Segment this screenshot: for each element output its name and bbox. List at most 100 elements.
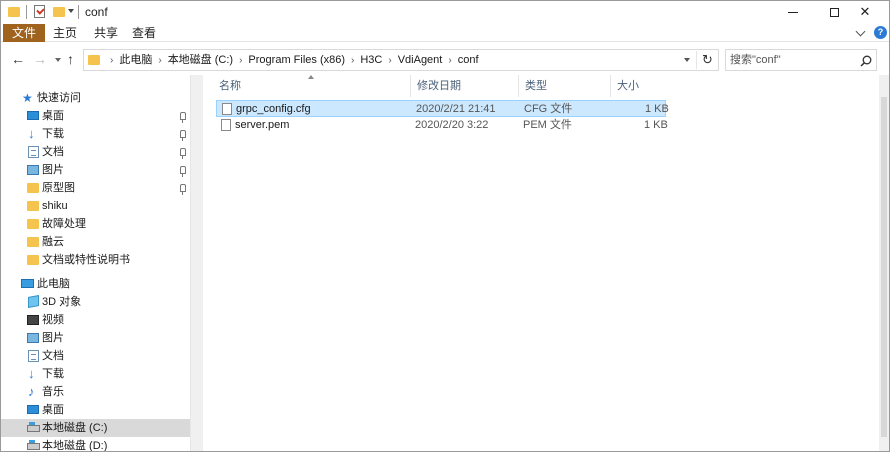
search-box[interactable]: [725, 49, 877, 71]
breadcrumb: › 此电脑 › 本地磁盘 (C:) › Program Files (x86) › H3C › V…: [104, 50, 479, 70]
sidebar-item-drive-c[interactable]: 本地磁盘 (C:): [1, 419, 191, 437]
help-icon[interactable]: ?: [874, 26, 887, 39]
breadcrumb-item[interactable]: Program Files (x86): [248, 54, 345, 66]
file-name: grpc_config.cfg: [236, 103, 311, 115]
properties-icon[interactable]: [34, 5, 45, 18]
computer-icon: [21, 279, 34, 288]
pin-icon[interactable]: [180, 166, 186, 177]
pin-icon[interactable]: [180, 112, 186, 123]
file-row-grpc-config[interactable]: grpc_config.cfg 2020/2/21 21:41 CFG 文件 1…: [216, 100, 669, 117]
sidebar-item-shiku[interactable]: shiku: [1, 197, 191, 215]
chevron-down-icon[interactable]: [68, 9, 74, 13]
folder-icon: [27, 201, 39, 211]
pin-icon[interactable]: [180, 130, 186, 141]
tab-home[interactable]: 主页: [50, 24, 80, 42]
drive-icon: [27, 422, 40, 432]
sidebar-item-prototype[interactable]: 原型图: [1, 179, 191, 197]
chevron-right-icon: ›: [448, 55, 452, 66]
sidebar-item-rongcloud[interactable]: 融云: [1, 233, 191, 251]
file-type: CFG 文件: [524, 103, 573, 115]
file-list-scrollbar[interactable]: [879, 75, 889, 451]
sidebar-item-drive-d[interactable]: 本地磁盘 (D:): [1, 437, 191, 451]
sidebar-item-quick-access[interactable]: ★ 快速访问: [1, 89, 191, 107]
column-header-size[interactable]: 大小: [611, 75, 667, 97]
sidebar-item-troubleshooting[interactable]: 故障处理: [1, 215, 191, 233]
breadcrumb-item[interactable]: conf: [458, 54, 479, 66]
maximize-icon: [829, 8, 839, 18]
sidebar-item-pc-downloads[interactable]: ↓ 下载: [1, 365, 191, 383]
desktop-icon: [27, 405, 39, 414]
download-icon: ↓: [28, 366, 35, 381]
close-button[interactable]: ✕: [843, 1, 887, 23]
column-header-name[interactable]: 名称: [213, 75, 411, 97]
breadcrumb-item[interactable]: 此电脑: [119, 54, 152, 66]
sidebar-scrollbar[interactable]: [190, 75, 203, 451]
sidebar-item-videos[interactable]: 视频: [1, 311, 191, 329]
pictures-icon: [27, 333, 39, 343]
breadcrumb-item[interactable]: VdiAgent: [398, 54, 443, 66]
music-icon: ♪: [28, 384, 35, 399]
sidebar-item-spec-docs[interactable]: 文档或特性说明书: [1, 251, 191, 269]
folder-icon: [27, 219, 39, 229]
minimize-button[interactable]: [771, 1, 815, 23]
video-icon: [27, 315, 39, 325]
tab-view[interactable]: 查看: [129, 24, 159, 42]
forward-button[interactable]: →: [33, 51, 47, 67]
folder-icon: [88, 55, 100, 65]
column-header-type[interactable]: 类型: [519, 75, 611, 97]
ribbon-tabs: 文件 主页 共享 查看 ?: [1, 24, 889, 42]
document-icon: [28, 146, 39, 158]
chevron-right-icon: ›: [110, 55, 114, 66]
chevron-right-icon: ›: [239, 55, 243, 66]
file-type: PEM 文件: [523, 119, 572, 131]
back-button[interactable]: ←: [11, 51, 25, 67]
address-history-icon[interactable]: [684, 58, 690, 62]
file-size: 1 KB: [645, 103, 669, 115]
tab-file[interactable]: 文件: [3, 24, 45, 42]
sidebar-item-downloads[interactable]: ↓ 下载: [1, 125, 191, 143]
breadcrumb-item[interactable]: 本地磁盘 (C:): [168, 54, 233, 66]
column-header-date[interactable]: 修改日期: [411, 75, 519, 97]
pin-icon[interactable]: [180, 184, 186, 195]
tab-share[interactable]: 共享: [91, 24, 121, 42]
sidebar-item-pc-pictures[interactable]: 图片: [1, 329, 191, 347]
new-folder-icon[interactable]: [53, 7, 65, 17]
sidebar-item-this-pc[interactable]: 此电脑: [1, 275, 191, 293]
up-button[interactable]: ↑: [67, 51, 74, 67]
pin-icon[interactable]: [180, 148, 186, 159]
sidebar-item-documents[interactable]: 文档: [1, 143, 191, 161]
search-icon[interactable]: [859, 54, 873, 68]
document-icon: [28, 350, 39, 362]
download-icon: ↓: [28, 126, 35, 141]
file-name: server.pem: [235, 119, 290, 131]
expand-ribbon-icon[interactable]: [855, 26, 866, 37]
search-input[interactable]: [730, 51, 854, 69]
chevron-right-icon: ›: [388, 55, 392, 66]
divider: [26, 5, 27, 19]
navigation-pane: ★ 快速访问 桌面 ↓ 下载 文档 图片 原型图 shiku 故障处理 融云 文…: [1, 75, 191, 451]
sidebar-item-music[interactable]: ♪ 音乐: [1, 383, 191, 401]
drive-icon: [27, 440, 40, 450]
file-row-server-pem[interactable]: server.pem 2020/2/20 3:22 PEM 文件 1 KB: [216, 117, 668, 134]
breadcrumb-item[interactable]: H3C: [360, 54, 382, 66]
refresh-button[interactable]: ↻: [696, 51, 718, 69]
title-bar: conf ✕: [1, 1, 889, 23]
file-icon: [221, 119, 231, 131]
window-title: conf: [85, 5, 108, 19]
chevron-right-icon: ›: [158, 55, 162, 66]
file-list: 名称 修改日期 类型 大小 grpc_config.cfg 2020/2/21 …: [204, 75, 879, 451]
sidebar-item-3d-objects[interactable]: 3D 对象: [1, 293, 191, 311]
file-size: 1 KB: [644, 119, 668, 131]
address-bar[interactable]: › 此电脑 › 本地磁盘 (C:) › Program Files (x86) › H3C › V…: [83, 49, 719, 71]
sidebar-item-pc-documents[interactable]: 文档: [1, 347, 191, 365]
sidebar-item-pictures[interactable]: 图片: [1, 161, 191, 179]
file-icon: [222, 103, 232, 115]
sidebar-item-pc-desktop[interactable]: 桌面: [1, 401, 191, 419]
folder-icon: [27, 255, 39, 265]
3d-objects-icon: [28, 295, 39, 308]
folder-icon: [27, 237, 39, 247]
file-date: 2020/2/21 21:41: [416, 103, 496, 115]
recent-locations-icon[interactable]: [55, 58, 61, 62]
divider: [78, 5, 79, 19]
sidebar-item-desktop[interactable]: 桌面: [1, 107, 191, 125]
